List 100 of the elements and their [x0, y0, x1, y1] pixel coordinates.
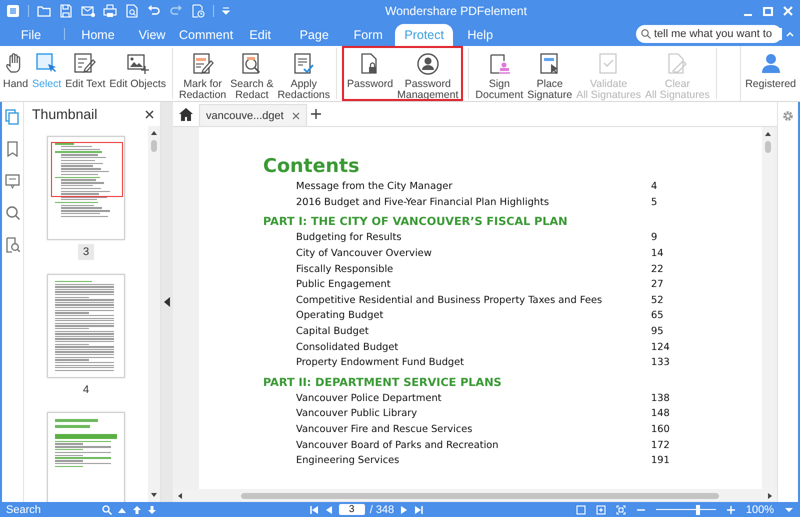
toc-page-number: 5 — [651, 196, 658, 208]
toc-page-number: 148 — [651, 408, 670, 420]
ribbon-button[interactable]: Place Signature — [525, 48, 574, 99]
toc-page-number: 138 — [651, 392, 670, 404]
folder-icon[interactable] — [37, 4, 51, 18]
toc-entry[interactable]: Fiscally Responsible — [296, 264, 651, 275]
add-tab-icon[interactable] — [310, 109, 321, 119]
thumbnails-icon[interactable] — [4, 109, 20, 125]
first-page-icon[interactable] — [308, 504, 319, 514]
toc-entry[interactable]: Public Engagement — [296, 279, 651, 290]
document-check-icon — [292, 52, 316, 76]
window-title: Wondershare PDFelement — [384, 4, 528, 18]
section-heading: PART II: DEPARTMENT SERVICE PLANS — [263, 376, 503, 389]
ribbon-button[interactable]: Edit Objects — [107, 48, 168, 99]
toc-page-number: 172 — [651, 440, 670, 451]
undo-icon[interactable] — [147, 4, 161, 18]
maximize-icon[interactable] — [762, 5, 774, 17]
arrow-down-icon[interactable] — [147, 504, 157, 514]
slider-thumb[interactable] — [696, 504, 700, 514]
mark-document-icon — [190, 52, 215, 76]
preview-icon[interactable] — [125, 4, 139, 18]
toc-entry[interactable]: Engineering Services — [296, 455, 651, 466]
ribbon-button[interactable]: Edit Text — [63, 48, 108, 99]
toc-entry[interactable]: Operating Budget — [296, 310, 651, 322]
account-button[interactable]: Registered — [740, 46, 800, 101]
toc-entry[interactable]: Property Endowment Fund Budget — [296, 357, 651, 368]
ribbon-button[interactable]: Hand — [1, 48, 30, 99]
collapse-panel-icon[interactable] — [164, 297, 170, 307]
toc-page-number: 27 — [651, 279, 664, 290]
toc-page-number: 65 — [651, 310, 664, 322]
next-page-icon[interactable] — [399, 504, 410, 514]
mail-icon[interactable] — [81, 4, 95, 18]
page-count: / 348 — [370, 504, 394, 516]
settings-icon[interactable] — [782, 110, 794, 122]
user-icon — [760, 52, 782, 74]
scrollbar-thumb[interactable] — [151, 140, 157, 152]
search-icon[interactable] — [4, 205, 20, 221]
dropdown-icon[interactable] — [222, 7, 230, 15]
toc-page-number: 4 — [651, 181, 658, 192]
document-tab[interactable]: vancouve...dget — [199, 104, 307, 126]
bookmark-icon[interactable] — [4, 141, 20, 157]
toc-entry[interactable]: Competitive Residential and Business Property Taxes and Fees — [296, 294, 651, 306]
toc-entry[interactable]: Consolidated Budget — [296, 342, 651, 353]
last-page-icon[interactable] — [414, 504, 424, 514]
menu-icon[interactable] — [6, 4, 20, 18]
ribbon-button[interactable]: Mark for Redaction — [176, 48, 228, 99]
toc-entry[interactable]: 2016 Budget and Five-Year Financial Plan Highlights — [296, 196, 651, 208]
redo-icon[interactable] — [169, 4, 183, 18]
toc-entry[interactable]: Vancouver Board of Parks and Recreation — [296, 440, 651, 451]
document-search-icon[interactable] — [4, 237, 20, 253]
toc-page-number: 124 — [651, 342, 670, 353]
scrollbar-thumb[interactable] — [765, 141, 771, 153]
ribbon-button[interactable]: Password — [345, 48, 396, 99]
page-thumbnail[interactable] — [47, 412, 125, 502]
page-number: 4 — [82, 383, 90, 398]
page-number: 3 — [78, 244, 94, 260]
toc-entry[interactable]: Vancouver Fire and Rescue Services — [296, 424, 651, 436]
save-icon[interactable] — [59, 4, 73, 18]
user-circle-icon — [416, 52, 440, 76]
search-icon — [641, 29, 651, 39]
toc-page-number: 14 — [651, 248, 664, 260]
page-thumbnail[interactable] — [47, 274, 125, 378]
toc-page-number: 133 — [651, 357, 670, 368]
fit-page-icon[interactable] — [596, 504, 606, 514]
toc-entry[interactable]: Message from the City Manager — [296, 181, 651, 192]
search-field[interactable]: tell me what you want to — [636, 25, 782, 43]
toc-entry[interactable]: Budgeting for Results — [296, 232, 651, 244]
toc-page-number: 191 — [651, 455, 670, 466]
close-icon[interactable] — [145, 110, 154, 118]
page-thumbnail[interactable] — [47, 136, 125, 240]
zoom-in-icon[interactable] — [726, 504, 736, 514]
single-page-icon[interactable] — [576, 504, 586, 514]
section-heading: PART I: THE CITY OF VANCOUVER’S FISCAL PLAN — [263, 215, 569, 228]
close-icon[interactable] — [292, 112, 300, 120]
document-heading: Contents — [263, 155, 360, 177]
arrow-up-icon[interactable] — [132, 504, 142, 514]
collapse-icon[interactable] — [786, 31, 794, 37]
ribbon-button[interactable]: Search & Redact — [228, 48, 276, 99]
toc-entry[interactable]: City of Vancouver Overview — [296, 248, 651, 260]
toc-page-number: 160 — [651, 424, 670, 436]
toc-entry[interactable]: Vancouver Police Department — [296, 392, 651, 404]
search-icon[interactable] — [102, 504, 112, 514]
home-icon[interactable] — [179, 108, 193, 120]
toc-entry[interactable]: Vancouver Public Library — [296, 408, 651, 420]
ribbon-button[interactable]: Apply Redactions — [275, 48, 332, 99]
print-icon[interactable] — [103, 4, 117, 18]
ribbon-button[interactable]: Password Management — [395, 48, 460, 99]
edit-text-icon — [73, 52, 98, 76]
panel-title: Thumbnail — [32, 106, 98, 122]
comment-icon[interactable] — [4, 173, 20, 189]
toc-page-number: 9 — [651, 232, 658, 244]
toc-page-number: 22 — [651, 264, 664, 275]
history-icon[interactable] — [191, 4, 205, 18]
image-edit-icon — [126, 52, 150, 76]
fit-width-icon[interactable] — [616, 504, 626, 514]
previous-page-icon[interactable] — [324, 504, 334, 514]
page-number-field[interactable]: 3 — [338, 504, 365, 515]
ribbon-button[interactable]: Sign Document — [473, 48, 526, 99]
toc-entry[interactable]: Capital Budget — [296, 326, 651, 338]
toc-page-number: 52 — [651, 294, 664, 306]
